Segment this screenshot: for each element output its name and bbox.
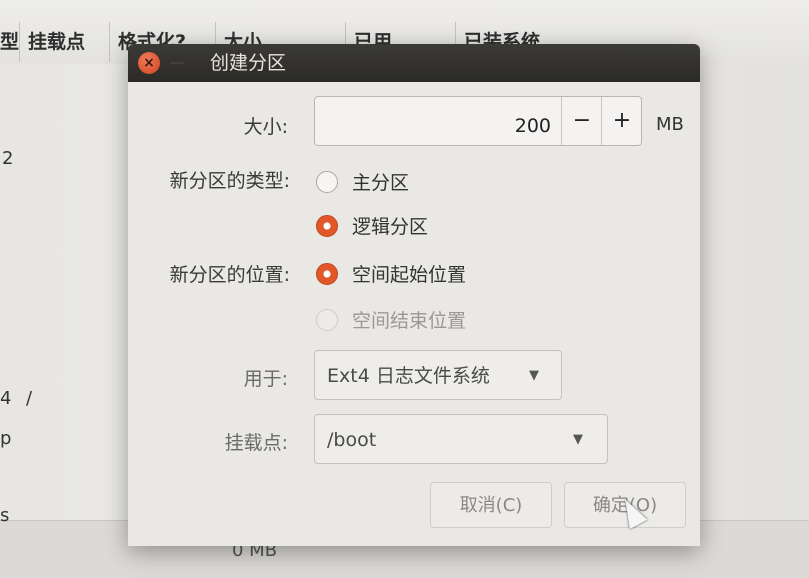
column-type[interactable]: 型 [0, 22, 20, 62]
radio-location-start-label[interactable]: 空间起始位置 [352, 260, 466, 287]
dialog-title: 创建分区 [210, 52, 287, 74]
list-item: 2 [2, 148, 14, 169]
mount-point-input[interactable]: /boot [327, 415, 376, 465]
cancel-button[interactable]: 取消(C) [430, 482, 552, 528]
increment-button[interactable]: + [601, 97, 642, 145]
column-mount-point[interactable]: 挂载点 [20, 22, 110, 62]
filesystem-dropdown[interactable]: Ext4 日志文件系统 ▼ [314, 350, 562, 400]
dialog-titlebar[interactable]: × — 创建分区 [128, 44, 700, 82]
radio-button[interactable] [316, 309, 338, 331]
radio-logical-label[interactable]: 逻辑分区 [352, 212, 428, 239]
size-input[interactable]: 200 [315, 97, 551, 145]
radio-button-selected[interactable] [316, 263, 338, 285]
size-unit: MB [656, 114, 684, 135]
dropdown-arrow-icon[interactable]: ▼ [573, 415, 583, 465]
mount-point-label: 挂载点: [224, 432, 288, 454]
use-as-label: 用于: [243, 368, 288, 390]
minimize-icon[interactable]: — [168, 54, 186, 72]
radio-location-end-label[interactable]: 空间结束位置 [352, 306, 466, 333]
filesystem-value: Ext4 日志文件系统 [327, 365, 490, 387]
partition-type-label: 新分区的类型: [169, 170, 290, 192]
radio-button-selected[interactable] [316, 215, 338, 237]
radio-primary-label[interactable]: 主分区 [352, 168, 409, 195]
dropdown-arrow-icon: ▼ [529, 368, 539, 383]
list-item: 4 [0, 388, 12, 409]
mount-point-combobox[interactable]: /boot ▼ [314, 414, 608, 464]
close-icon[interactable]: × [138, 52, 160, 74]
size-label: 大小: [243, 116, 288, 138]
size-spinbox[interactable]: 200 − + [314, 96, 642, 146]
create-partition-dialog: × — 创建分区 大小: 200 − + MB 新分区的类型: 主分区 逻辑分区… [128, 44, 700, 546]
list-item: s [0, 505, 10, 526]
list-item: p [0, 428, 12, 449]
partition-location-label: 新分区的位置: [169, 264, 290, 286]
list-item: / [26, 388, 33, 409]
radio-button[interactable] [316, 171, 338, 193]
decrement-button[interactable]: − [561, 97, 602, 145]
